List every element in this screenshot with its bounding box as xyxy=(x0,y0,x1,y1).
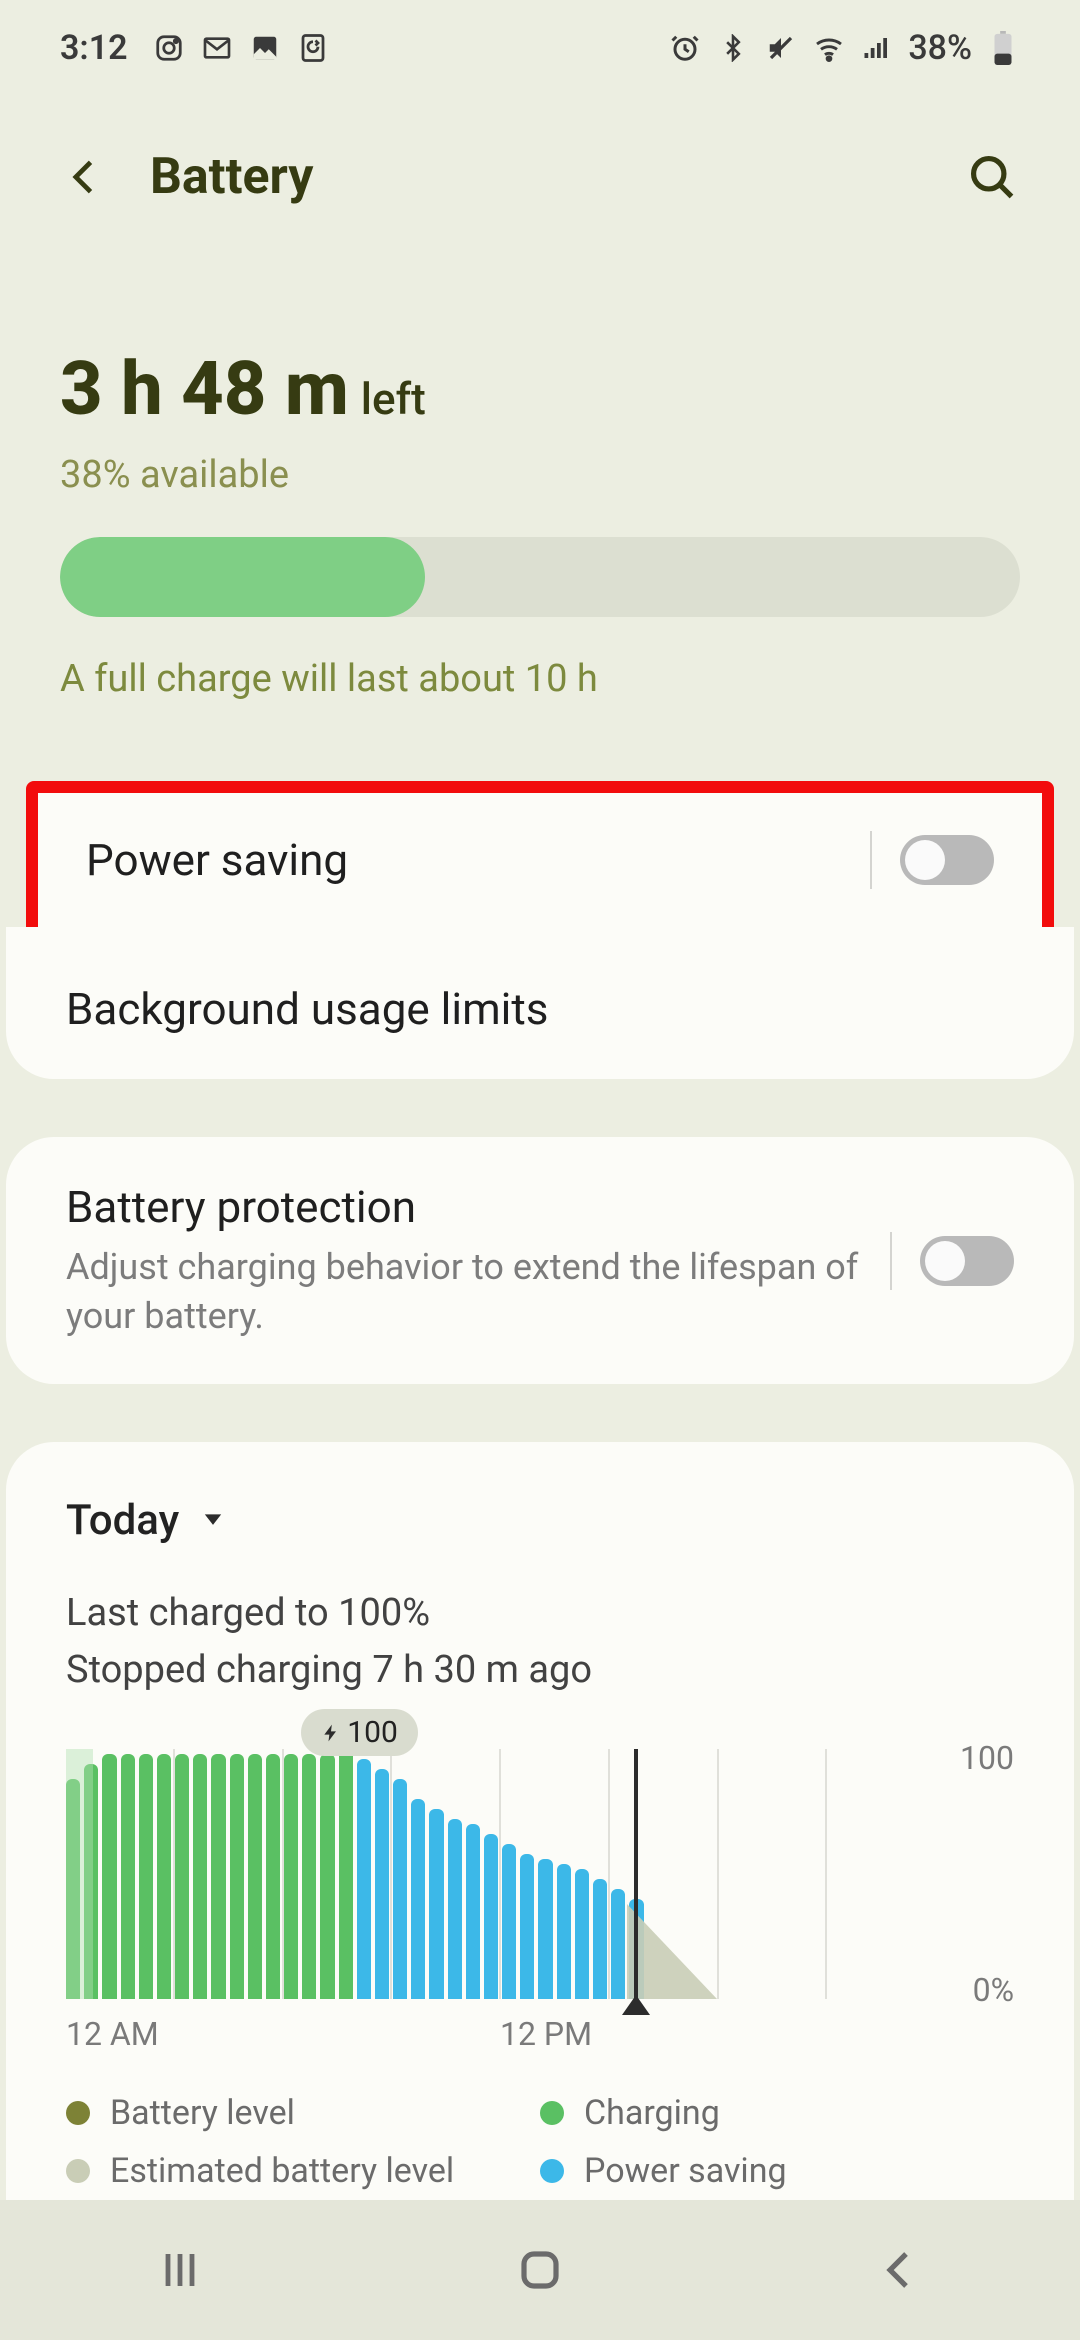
legend-label: Power saving xyxy=(584,2151,787,2191)
nav-recents-button[interactable] xyxy=(140,2230,220,2310)
power-saving-highlight: Power saving xyxy=(26,781,1054,939)
signal-icon xyxy=(860,31,894,65)
bluetooth-icon xyxy=(716,31,750,65)
estimated-area xyxy=(627,1904,717,1999)
chart-x-0: 12 AM xyxy=(66,2015,500,2053)
legend-power-saving: Power saving xyxy=(540,2151,1014,2191)
battery-protection-row[interactable]: Battery protection Adjust charging behav… xyxy=(6,1137,1074,1384)
chart-bars: 100 xyxy=(66,1749,934,1999)
status-bar: 3:12 38% xyxy=(0,0,1080,78)
divider xyxy=(870,831,872,889)
chart-period-selector[interactable]: Today xyxy=(66,1496,1014,1545)
legend-estimated: Estimated battery level xyxy=(66,2151,540,2191)
settings-card-2: Battery protection Adjust charging behav… xyxy=(6,1137,1074,1384)
chart-x-1: 12 PM xyxy=(500,2015,592,2053)
full-charge-estimate: A full charge will last about 10 h xyxy=(60,657,1020,701)
battery-summary: 3 h 48 m left 38% available A full charg… xyxy=(0,246,1080,741)
divider xyxy=(890,1232,892,1290)
page-header: Battery xyxy=(0,78,1080,246)
legend-dot xyxy=(66,2101,90,2125)
battery-icon xyxy=(986,31,1020,65)
power-saving-label: Power saving xyxy=(86,834,870,886)
chart-info-line2: Stopped charging 7 h 30 m ago xyxy=(66,1642,1014,1699)
power-saving-toggle[interactable] xyxy=(900,835,994,885)
chart-peak-badge: 100 xyxy=(301,1709,418,1756)
battery-protection-toggle[interactable] xyxy=(920,1236,1014,1286)
status-battery-pct: 38% xyxy=(908,28,972,68)
time-remaining: 3 h 48 m xyxy=(60,346,349,433)
chart-now-line xyxy=(634,1749,638,2013)
battery-protection-label: Battery protection xyxy=(66,1181,860,1233)
legend-charging: Charging xyxy=(540,2093,1014,2133)
nav-home-button[interactable] xyxy=(500,2230,580,2310)
nav-back-button[interactable] xyxy=(860,2230,940,2310)
legend-label: Estimated battery level xyxy=(110,2151,454,2191)
battery-progress-track xyxy=(60,537,1020,617)
battery-available: 38% available xyxy=(60,453,1020,497)
chart-period-label: Today xyxy=(66,1496,179,1545)
update-icon xyxy=(296,31,330,65)
page-title: Battery xyxy=(150,148,964,206)
legend-dot xyxy=(540,2159,564,2183)
background-usage-limits-label: Background usage limits xyxy=(66,983,1014,1035)
battery-protection-subtitle: Adjust charging behavior to extend the l… xyxy=(66,1243,860,1340)
legend-dot xyxy=(540,2101,564,2125)
battery-chart[interactable]: 100 100 0% xyxy=(66,1749,1014,1999)
chevron-down-icon xyxy=(199,1505,227,1537)
chart-legend: Battery level Charging Estimated battery… xyxy=(66,2093,1014,2191)
battery-chart-card: Today Last charged to 100% Stopped charg… xyxy=(6,1442,1074,2251)
legend-label: Battery level xyxy=(110,2093,295,2133)
battery-progress-fill xyxy=(60,537,425,617)
legend-battery-level: Battery level xyxy=(66,2093,540,2133)
photos-icon xyxy=(248,31,282,65)
background-usage-limits-row[interactable]: Background usage limits xyxy=(6,939,1074,1079)
search-button[interactable] xyxy=(964,149,1020,205)
gmail-icon xyxy=(200,31,234,65)
settings-card-1: Background usage limits xyxy=(6,927,1074,1079)
chart-x-axis: 12 AM 12 PM xyxy=(66,2015,1014,2053)
wifi-icon xyxy=(812,31,846,65)
chart-y-min: 0% xyxy=(973,1971,1014,2009)
system-nav-bar xyxy=(0,2200,1080,2340)
mute-icon xyxy=(764,31,798,65)
back-button[interactable] xyxy=(60,152,110,202)
chart-info: Last charged to 100% Stopped charging 7 … xyxy=(66,1585,1014,1699)
chart-now-marker xyxy=(622,1995,650,2015)
legend-dot xyxy=(66,2159,90,2183)
instagram-icon xyxy=(152,31,186,65)
alarm-icon xyxy=(668,31,702,65)
chart-info-line1: Last charged to 100% xyxy=(66,1585,1014,1642)
time-remaining-suffix: left xyxy=(361,373,426,425)
chart-y-max: 100 xyxy=(960,1739,1014,1777)
power-saving-row[interactable]: Power saving xyxy=(38,793,1042,927)
status-time: 3:12 xyxy=(60,28,128,68)
legend-label: Charging xyxy=(584,2093,720,2133)
